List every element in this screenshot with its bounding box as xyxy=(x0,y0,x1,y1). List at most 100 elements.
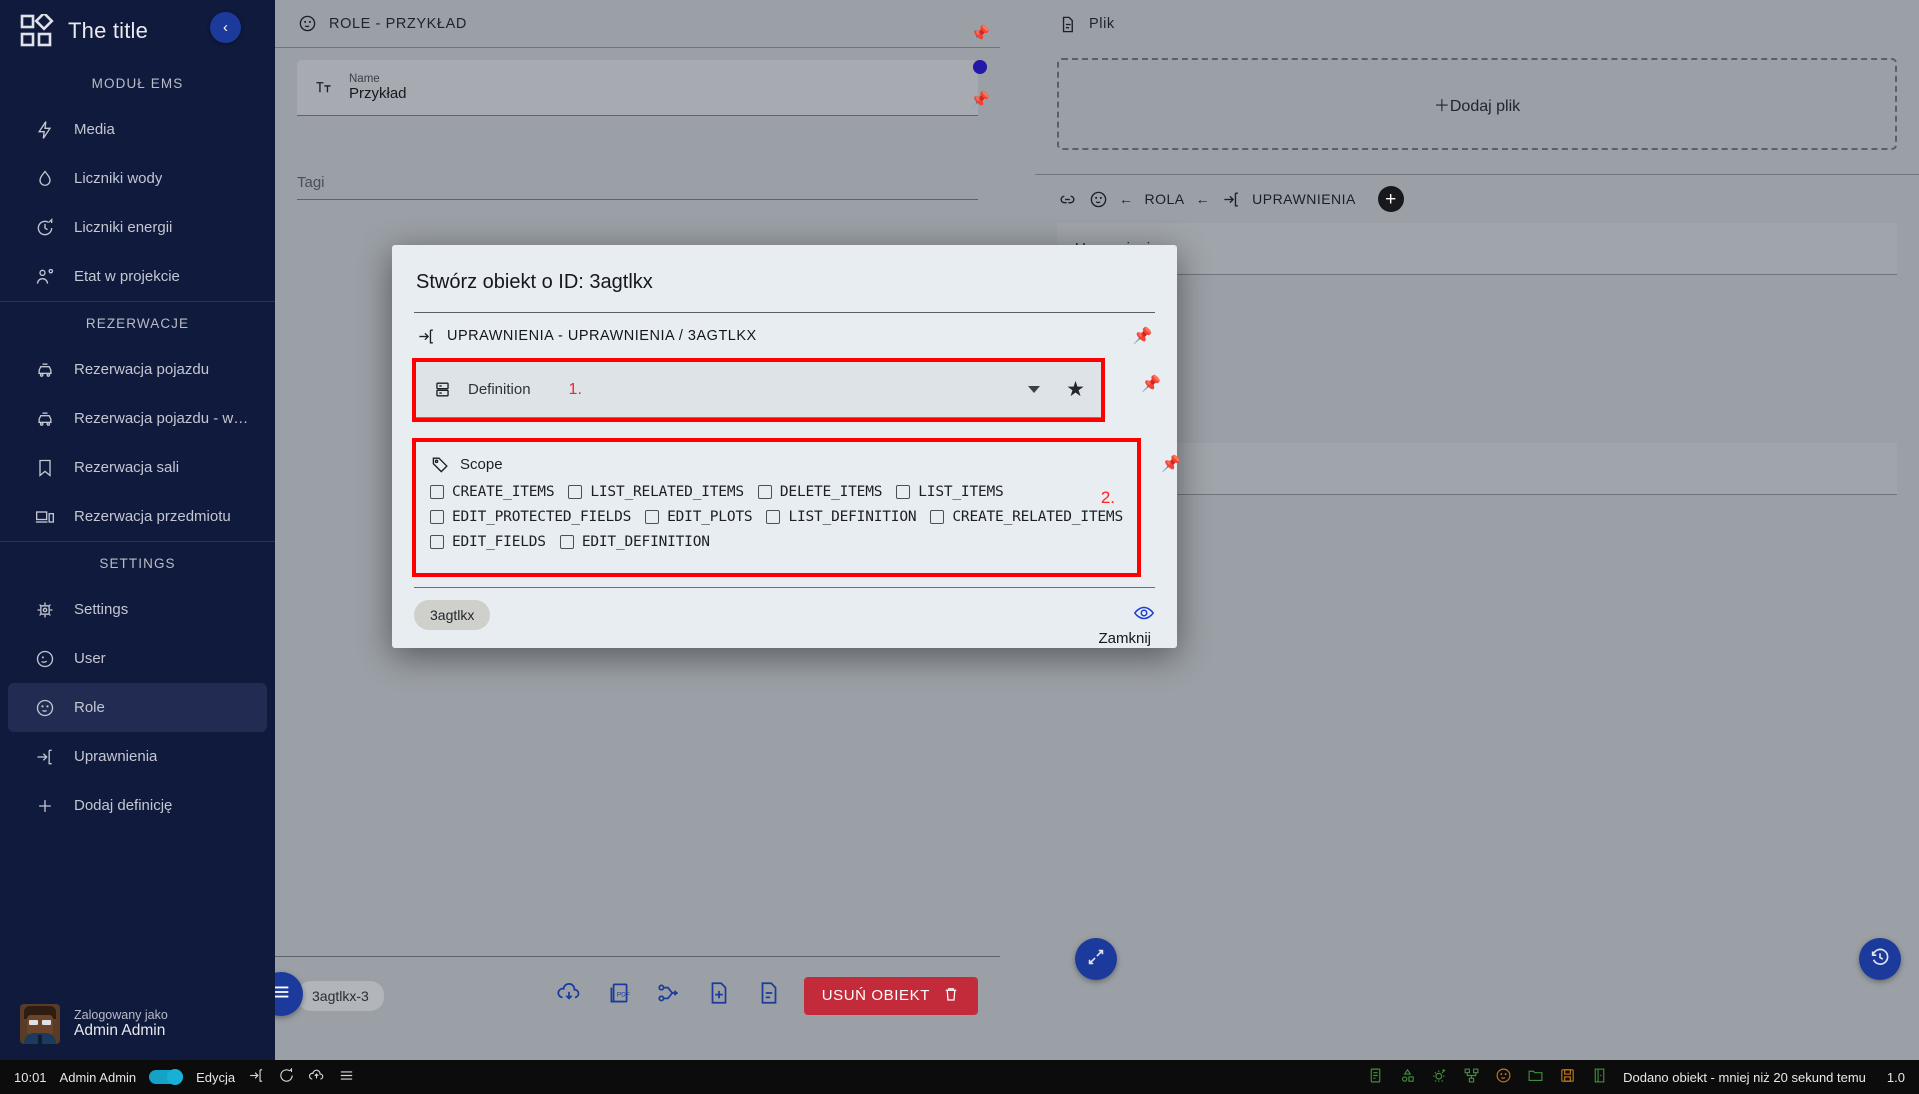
caret-down-icon[interactable] xyxy=(1028,386,1041,393)
pin-icon[interactable]: 📌 xyxy=(970,24,990,44)
sidebar-item-liczniki-wody[interactable]: Liczniki wody xyxy=(8,154,267,203)
modal-id-chip[interactable]: 3agtlkx xyxy=(414,600,491,630)
history-fab-button[interactable] xyxy=(1859,938,1901,980)
sidebar-item-media[interactable]: Media xyxy=(8,105,267,154)
scope-checkbox-create-items[interactable]: CREATE_ITEMS xyxy=(430,484,555,500)
plus-circle-icon[interactable]: + xyxy=(1377,186,1404,212)
statusbar: 10:01 Admin Admin Edycja Dodano obiekt -… xyxy=(0,1060,1919,1094)
status-dot xyxy=(973,60,987,74)
sidebar-item-dodaj-definicje[interactable]: Dodaj definicję xyxy=(8,781,267,830)
scope-row: EDIT_PROTECTED_FIELDS EDIT_PLOTS LIST_DE… xyxy=(430,509,1123,525)
expand-fab-button[interactable] xyxy=(1075,938,1117,980)
breadcrumb-arrow: ← xyxy=(1195,191,1211,207)
checkbox-box[interactable] xyxy=(757,485,772,499)
scope-checkbox-delete-items[interactable]: DELETE_ITEMS xyxy=(757,484,882,500)
login-arrow-icon xyxy=(1221,189,1241,209)
cloud-download-icon[interactable] xyxy=(556,980,582,1011)
sidebar-item-label: Rezerwacja przedmiotu xyxy=(74,508,231,525)
sidebar-item-settings[interactable]: Settings xyxy=(8,585,267,634)
scope-section: Scope 2. CREATE_ITEMS LIST_RELATED_ITEMS… xyxy=(392,438,1181,577)
pin-icon[interactable]: 📌 xyxy=(970,90,990,110)
cloud-upload-icon[interactable] xyxy=(308,1067,325,1087)
scope-checkbox-list-items[interactable]: LIST_ITEMS xyxy=(896,484,1004,500)
door-exit-icon[interactable] xyxy=(1591,1067,1608,1087)
add-file-dropzone[interactable]: ＋Dodaj plik xyxy=(1057,58,1897,150)
file-section-header: Plik xyxy=(1035,0,1919,48)
scope-checkbox-edit-fields[interactable]: EDIT_FIELDS xyxy=(430,534,546,550)
scope-checkbox-edit-protected-fields[interactable]: EDIT_PROTECTED_FIELDS xyxy=(430,509,631,525)
pin-icon[interactable]: 📌 xyxy=(1161,454,1181,474)
plus-icon xyxy=(34,795,56,817)
file-text-icon[interactable] xyxy=(756,980,782,1011)
pdf-file-icon[interactable]: PDF xyxy=(606,980,632,1011)
sidebar-item-label: User xyxy=(74,650,106,667)
branch-merge-icon[interactable] xyxy=(656,980,682,1011)
edit-mode-toggle[interactable] xyxy=(149,1069,184,1085)
pin-icon[interactable]: 📌 xyxy=(1133,326,1153,346)
sidebar-item-label: Liczniki wody xyxy=(74,170,163,187)
sidebar-item-uprawnienia[interactable]: Uprawnienia xyxy=(8,732,267,781)
scope-checkbox-edit-plots[interactable]: EDIT_PLOTS xyxy=(645,509,753,525)
scope-checkbox-edit-definition[interactable]: EDIT_DEFINITION xyxy=(559,534,710,550)
breadcrumb-part-rola[interactable]: ROLA xyxy=(1145,191,1185,207)
expand-arrows-icon xyxy=(1085,946,1107,973)
bolt-icon xyxy=(34,119,56,141)
checkbox-box[interactable] xyxy=(559,535,574,549)
file-add-icon[interactable] xyxy=(706,980,732,1011)
related-row[interactable]: Uprawnienia xyxy=(1057,223,1897,275)
sidebar-item-rezerwacja-pojazdu-wniosek[interactable]: Rezerwacja pojazdu - wni… xyxy=(8,394,267,443)
sidebar-item-rezerwacja-sali[interactable]: Rezerwacja sali xyxy=(8,443,267,492)
tag-icon xyxy=(430,454,450,474)
breadcrumb-part-uprawnienia[interactable]: UPRAWNIENIA xyxy=(1252,191,1356,207)
breadcrumb-arrow: ← xyxy=(1119,191,1134,207)
checkbox-box[interactable] xyxy=(645,510,660,524)
eye-icon[interactable] xyxy=(1133,602,1155,629)
page-title: ROLE - PRZYKŁAD xyxy=(329,15,467,32)
checkbox-box[interactable] xyxy=(896,485,911,499)
sidebar-item-liczniki-energii[interactable]: Liczniki energii xyxy=(8,203,267,252)
scope-checkbox-list-definition[interactable]: LIST_DEFINITION xyxy=(766,509,917,525)
sidebar-item-label: Role xyxy=(74,699,105,716)
sidebar-user-box[interactable]: Zalogowany jako Admin Admin xyxy=(0,994,275,1060)
sidebar-group-label-rezerwacje: REZERWACJE xyxy=(85,316,190,331)
shapes-icon[interactable] xyxy=(1399,1067,1416,1087)
pin-icon[interactable]: 📌 xyxy=(1141,374,1161,394)
statusbar-version: 1.0 xyxy=(1886,1069,1905,1085)
tags-field[interactable]: Tagi xyxy=(297,174,978,200)
sidebar-item-rezerwacja-przedmiotu[interactable]: Rezerwacja przedmiotu xyxy=(8,492,267,541)
checkbox-box[interactable] xyxy=(430,510,444,524)
scope-checkbox-label: CREATE_ITEMS xyxy=(452,484,555,500)
name-field[interactable]: Name Przykład xyxy=(297,60,978,116)
add-file-label: ＋Dodaj plik xyxy=(1433,98,1521,115)
menu-icon[interactable] xyxy=(338,1067,355,1087)
role-mask-icon[interactable] xyxy=(1495,1067,1512,1087)
object-id-chip[interactable]: 3agtlkx-3 xyxy=(297,980,384,1011)
scope-checkbox-create-related-items[interactable]: CREATE_RELATED_ITEMS xyxy=(930,509,1123,525)
gear-plus-icon[interactable] xyxy=(1431,1067,1448,1087)
checkbox-box[interactable] xyxy=(430,485,444,499)
sidebar-item-role[interactable]: Role xyxy=(8,683,267,732)
checkbox-box[interactable] xyxy=(568,485,583,499)
sidebar-collapse-button[interactable]: ‹ xyxy=(210,12,241,43)
checkbox-box[interactable] xyxy=(930,510,945,524)
scope-checkbox-list-related-items[interactable]: LIST_RELATED_ITEMS xyxy=(568,484,744,500)
star-icon[interactable]: ★ xyxy=(1066,379,1085,400)
save-icon[interactable] xyxy=(1559,1067,1576,1087)
delete-object-button[interactable]: USUŃ OBIEKT xyxy=(803,976,978,1015)
sidebar-item-user[interactable]: User xyxy=(8,634,267,683)
login-arrow-icon[interactable] xyxy=(248,1067,265,1087)
checkbox-box[interactable] xyxy=(430,535,444,549)
related-row-empty[interactable] xyxy=(1057,443,1897,495)
scope-checkbox-label: CREATE_RELATED_ITEMS xyxy=(952,509,1123,525)
report-icon[interactable] xyxy=(1367,1067,1384,1087)
checkbox-box[interactable] xyxy=(766,510,781,524)
close-button[interactable]: Zamknij xyxy=(1098,630,1151,647)
refresh-icon[interactable] xyxy=(278,1067,295,1087)
sitemap-icon[interactable] xyxy=(1463,1067,1480,1087)
definition-field[interactable]: Definition 1. ★ xyxy=(416,362,1101,418)
sidebar-item-etat-w-projekcie[interactable]: Etat w projekcie xyxy=(8,252,267,301)
sidebar-item-rezerwacja-pojazdu[interactable]: Rezerwacja pojazdu xyxy=(8,345,267,394)
folder-icon[interactable] xyxy=(1527,1067,1544,1087)
car-icon xyxy=(34,408,56,430)
definition-section: Definition 1. ★ 📌 xyxy=(392,358,1177,422)
